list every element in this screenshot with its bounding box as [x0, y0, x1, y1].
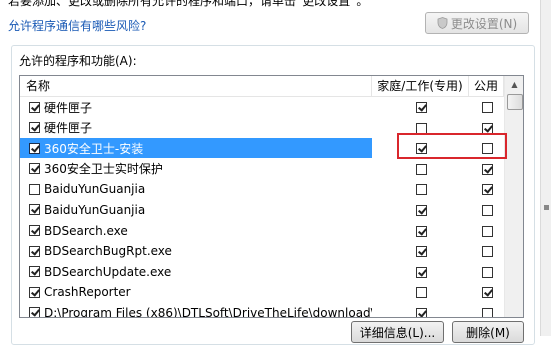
table-row[interactable]: BDSearch.exe — [20, 221, 504, 242]
column-header-public[interactable]: 公用 — [469, 76, 504, 96]
home-work-checkbox[interactable] — [416, 307, 427, 317]
home-work-checkbox[interactable] — [416, 287, 427, 299]
program-name: BDSearch.exe — [44, 223, 128, 238]
table-row[interactable]: 360安全卫士实时保护 — [20, 159, 504, 180]
instruction-text: 若要添加、更改或删除所有允许的程序和端口，请单击“更改设置”。 — [8, 0, 369, 8]
public-checkbox[interactable] — [482, 204, 493, 216]
program-enabled-checkbox[interactable] — [29, 142, 40, 154]
program-name: BDSearchUpdate.exe — [44, 264, 172, 279]
program-enabled-checkbox[interactable] — [29, 204, 40, 216]
home-work-checkbox[interactable] — [416, 266, 427, 278]
public-checkbox[interactable] — [482, 143, 493, 155]
public-checkbox[interactable] — [482, 307, 493, 317]
group-label: 允许的程序和功能(A): — [19, 54, 137, 68]
public-checkbox[interactable] — [482, 122, 493, 134]
program-enabled-checkbox[interactable] — [29, 266, 40, 278]
program-enabled-checkbox[interactable] — [29, 183, 40, 195]
list-rows: 硬件匣子 硬件匣子 360安全卫士-安装 360安全卫士实时保护 BaiduYunGua… — [20, 97, 504, 318]
program-name: 360安全卫士-安装 — [44, 141, 144, 156]
edge-marker — [544, 205, 549, 210]
table-row[interactable]: D:\Program Files (x86)\DTLSoft\DriveTheL… — [20, 303, 504, 318]
program-enabled-checkbox[interactable] — [29, 122, 40, 134]
program-enabled-checkbox[interactable] — [29, 307, 40, 317]
program-name: CrashReporter — [44, 285, 131, 300]
program-name: D:\Program Files (x86)\DTLSoft\DriveTheL… — [44, 305, 372, 318]
public-checkbox[interactable] — [482, 225, 493, 237]
program-enabled-checkbox[interactable] — [29, 286, 40, 298]
program-name: 360安全卫士实时保护 — [44, 162, 163, 177]
column-header-home-work[interactable]: 家庭/工作(专用) — [372, 76, 469, 96]
program-name-cell[interactable]: BaiduYunGuanjia — [20, 200, 372, 220]
public-checkbox[interactable] — [482, 246, 493, 258]
program-name-cell[interactable]: 硬件匣子 — [20, 118, 372, 138]
program-name-cell[interactable]: BDSearch.exe — [20, 221, 372, 241]
table-row[interactable]: BaiduYunGuanjia — [20, 179, 504, 200]
table-row[interactable]: CrashReporter — [20, 282, 504, 303]
public-checkbox[interactable] — [482, 102, 493, 113]
program-name-cell[interactable]: CrashReporter — [20, 282, 372, 302]
table-row[interactable]: BaiduYunGuanjia — [20, 200, 504, 221]
home-work-checkbox[interactable] — [416, 204, 427, 216]
program-name-cell[interactable]: BDSearchBugRpt.exe — [20, 241, 372, 261]
public-checkbox[interactable] — [482, 184, 493, 196]
home-work-checkbox[interactable] — [416, 102, 427, 113]
program-enabled-checkbox[interactable] — [29, 101, 40, 113]
table-row[interactable]: BDSearchBugRpt.exe — [20, 241, 504, 262]
program-name: 硬件匣子 — [44, 100, 93, 115]
home-work-checkbox[interactable] — [416, 163, 427, 175]
column-header-name[interactable]: 名称 — [20, 76, 372, 96]
delete-button[interactable]: 删除(M) — [452, 321, 524, 343]
change-settings-button[interactable]: 更改设置(N) — [425, 12, 529, 34]
shield-icon — [437, 17, 448, 29]
program-name: BDSearchBugRpt.exe — [44, 244, 172, 259]
table-row[interactable]: 硬件匣子 — [20, 118, 504, 139]
change-settings-label: 更改设置(N) — [450, 16, 518, 31]
home-work-checkbox[interactable] — [416, 184, 427, 196]
home-work-checkbox[interactable] — [416, 246, 427, 258]
help-link[interactable]: 允许程序通信有哪些风险? — [8, 17, 146, 34]
program-enabled-checkbox[interactable] — [29, 245, 40, 257]
window-edge — [540, 0, 551, 336]
scroll-up-icon[interactable]: ▲ — [505, 76, 523, 93]
program-name-cell[interactable]: 360安全卫士实时保护 — [20, 159, 372, 179]
details-button[interactable]: 详细信息(L)... — [351, 321, 444, 343]
home-work-checkbox[interactable] — [416, 143, 427, 155]
program-name-cell[interactable]: BDSearchUpdate.exe — [20, 262, 372, 282]
vertical-scrollbar[interactable]: ▲ — [504, 76, 523, 317]
program-name-cell[interactable]: 硬件匣子 — [20, 97, 372, 117]
program-enabled-checkbox[interactable] — [29, 163, 40, 175]
scroll-thumb[interactable] — [507, 94, 523, 110]
home-work-checkbox[interactable] — [416, 225, 427, 237]
public-checkbox[interactable] — [482, 266, 493, 278]
program-name: BaiduYunGuanjia — [44, 202, 146, 217]
program-name-cell[interactable]: D:\Program Files (x86)\DTLSoft\DriveTheL… — [20, 303, 372, 318]
list-header: 名称 家庭/工作(专用) 公用 — [20, 76, 504, 97]
program-name-cell[interactable]: 360安全卫士-安装 — [20, 138, 372, 159]
table-row[interactable]: 硬件匣子 — [20, 97, 504, 118]
program-name-cell[interactable]: BaiduYunGuanjia — [20, 179, 372, 199]
public-checkbox[interactable] — [482, 287, 493, 299]
program-name: BaiduYunGuanjia — [44, 182, 146, 197]
public-checkbox[interactable] — [482, 163, 493, 175]
program-enabled-checkbox[interactable] — [29, 225, 40, 237]
program-name: 硬件匣子 — [44, 121, 93, 136]
programs-list[interactable]: 名称 家庭/工作(专用) 公用 硬件匣子 硬件匣子 360安全卫士-安装 360安全卫… — [19, 75, 524, 318]
table-row[interactable]: BDSearchUpdate.exe — [20, 262, 504, 283]
table-row[interactable]: 360安全卫士-安装 — [20, 138, 504, 159]
home-work-checkbox[interactable] — [416, 122, 427, 134]
